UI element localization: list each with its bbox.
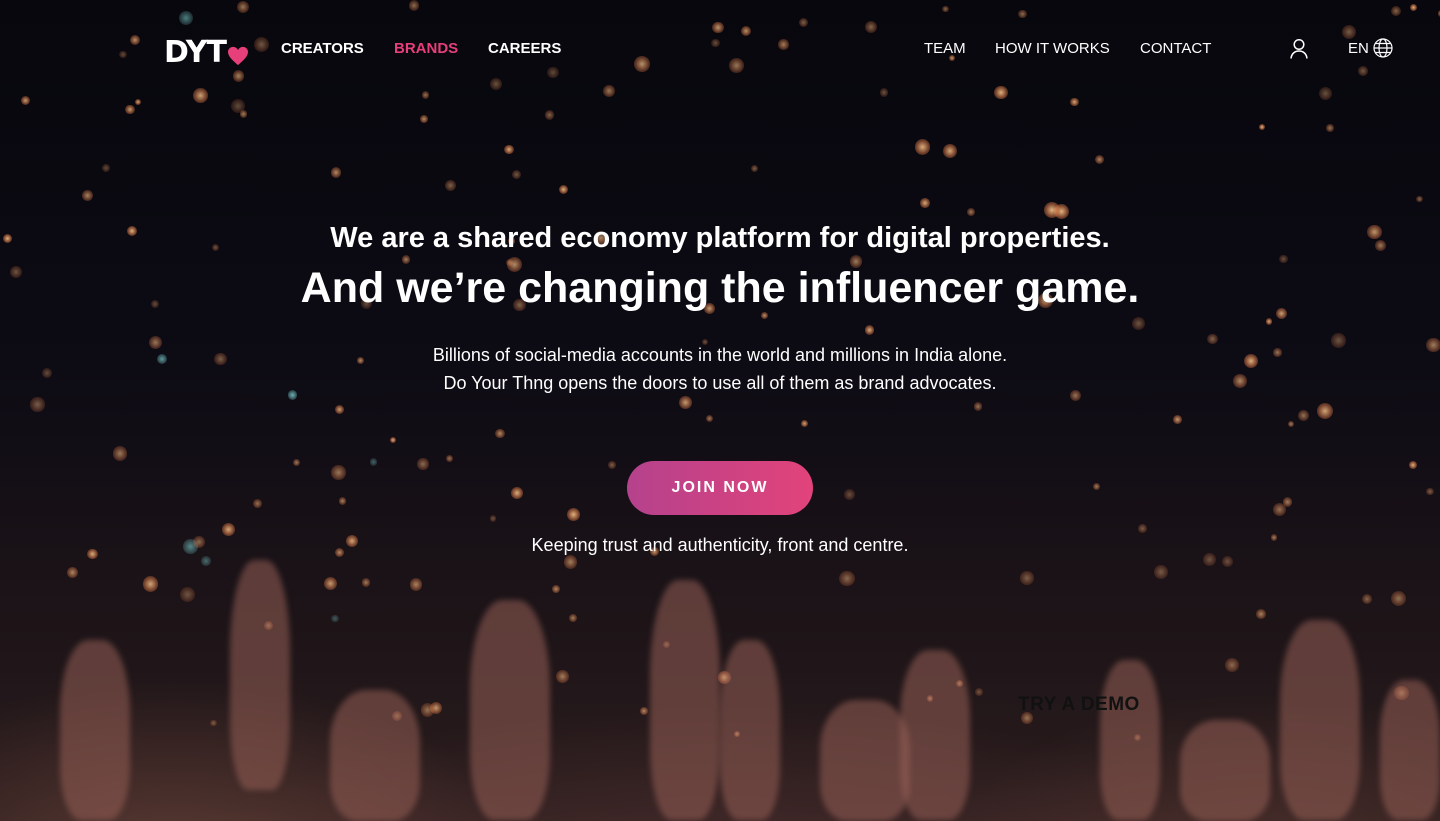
globe-icon [1373, 38, 1393, 58]
try-a-demo-link[interactable]: TRY A DEMO [1018, 694, 1140, 716]
hero-tagline: Keeping trust and authenticity, front an… [531, 535, 909, 555]
logo[interactable]: DYT [164, 35, 249, 70]
hero-subtext-line2: Do Your Thng opens the doors to use all … [443, 373, 997, 393]
nav-link-team[interactable]: TEAM [924, 40, 966, 57]
join-now-button[interactable]: JOIN NOW [627, 461, 813, 515]
heart-icon [227, 46, 248, 65]
nav-link-creators[interactable]: CREATORS [281, 40, 364, 57]
language-selector[interactable]: EN [1348, 38, 1393, 58]
hero-headline-line2: And we’re changing the influencer game. [300, 264, 1140, 312]
nav-link-contact[interactable]: CONTACT [1140, 40, 1211, 57]
hero-headline-line1: We are a shared economy platform for dig… [330, 222, 1110, 254]
nav-link-brands[interactable]: BRANDS [394, 40, 458, 57]
nav-link-how-it-works[interactable]: HOW IT WORKS [995, 40, 1110, 57]
hero-subtext-line1: Billions of social-media accounts in the… [432, 345, 1008, 365]
language-label: EN [1348, 39, 1369, 57]
logo-text: DYT [164, 35, 227, 70]
nav-link-careers[interactable]: CAREERS [488, 40, 561, 57]
user-icon[interactable] [1289, 38, 1309, 60]
hero-background-image [0, 0, 1440, 821]
top-navigation: DYT CREATORS BRANDS CAREERS TEAM HOW IT … [0, 0, 1440, 96]
